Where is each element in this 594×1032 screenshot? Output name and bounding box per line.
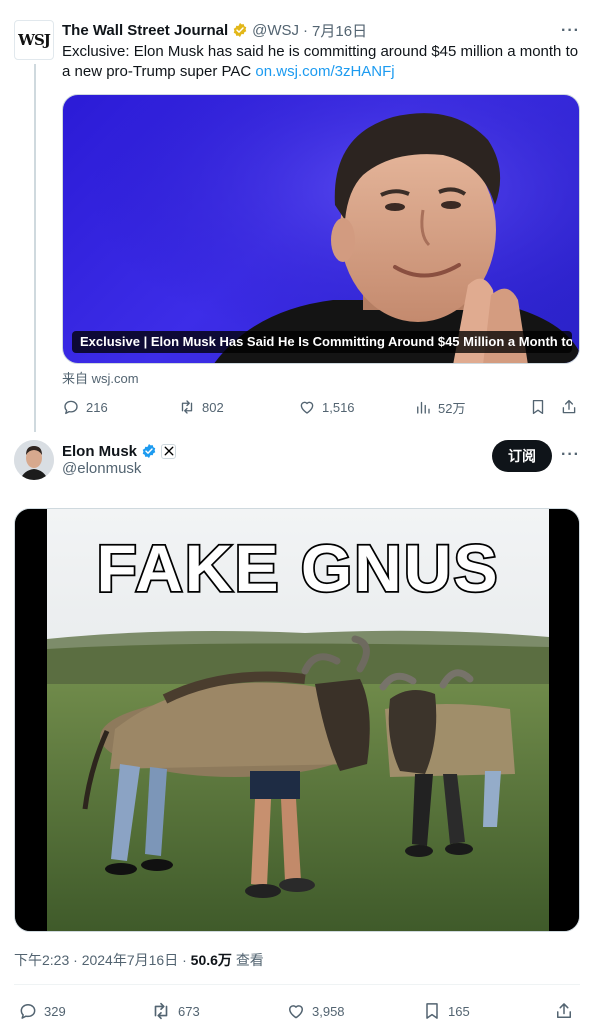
quoted-tweet-text: Exclusive: Elon Musk has said he is comm… <box>62 42 582 82</box>
reply-icon <box>20 1004 36 1019</box>
tweet-media-image[interactable]: FAKE GNUS <box>14 508 580 932</box>
quoted-repost-button[interactable]: 802 <box>178 398 224 416</box>
header-separator: · <box>303 21 309 39</box>
meta-separator-2: · <box>178 952 191 968</box>
verified-gold-badge-icon <box>233 23 247 37</box>
views-chart-icon <box>417 401 430 414</box>
views-count: 50.6万 <box>190 952 232 968</box>
wsj-author-name[interactable]: The Wall Street Journal <box>62 22 228 39</box>
main-like-button[interactable]: 3,958 <box>286 1001 345 1021</box>
main-reply-count: 329 <box>44 1003 66 1019</box>
meme-caption: FAKE GNUS <box>96 531 499 605</box>
quoted-bookmark-button[interactable] <box>529 398 547 416</box>
fake-gnus-meme: FAKE GNUS <box>15 509 579 931</box>
quoted-repost-count: 802 <box>202 399 224 415</box>
quoted-action-bar: 216 802 1,516 52万 <box>62 397 580 417</box>
share-icon <box>562 399 576 414</box>
quoted-like-button[interactable]: 1,516 <box>298 398 355 416</box>
meta-divider <box>14 984 580 985</box>
main-more-icon[interactable]: ··· <box>561 446 580 464</box>
thread-connector-line <box>34 64 36 432</box>
elon-handle[interactable]: @elonmusk <box>62 460 141 477</box>
heart-icon <box>289 1005 303 1019</box>
quoted-tweet-header: The Wall Street Journal @WSJ · 7月16日 <box>62 20 367 40</box>
tweet-date[interactable]: 2024年7月16日 <box>82 952 179 968</box>
quoted-reply-count: 216 <box>86 399 108 415</box>
main-repost-count: 673 <box>178 1003 200 1019</box>
meta-separator-1: · <box>69 952 82 968</box>
main-share-button[interactable] <box>554 1001 574 1021</box>
repost-icon <box>181 400 193 414</box>
article-card-title: Exclusive | Elon Musk Has Said He Is Com… <box>72 331 572 353</box>
quoted-reply-button[interactable]: 216 <box>62 398 108 416</box>
subscribe-button[interactable]: 订阅 <box>492 440 552 472</box>
avatar-image <box>14 440 54 480</box>
x-affiliation-icon <box>161 443 177 459</box>
quoted-tweet-date[interactable]: 7月16日 <box>312 20 367 41</box>
quoted-views-button[interactable]: 52万 <box>414 398 465 417</box>
quoted-like-count: 1,516 <box>322 399 355 415</box>
quoted-share-button[interactable] <box>560 398 578 416</box>
main-bookmark-button[interactable]: 165 <box>422 1001 470 1021</box>
wsj-handle[interactable]: @WSJ <box>252 22 299 39</box>
tweet-time[interactable]: 下午2:23 <box>14 952 69 968</box>
main-like-count: 3,958 <box>312 1003 345 1019</box>
elon-author-name[interactable]: Elon Musk <box>62 443 137 460</box>
article-link[interactable]: on.wsj.com/3zHANFj <box>255 63 394 80</box>
views-label: 查看 <box>235 952 264 968</box>
main-repost-button[interactable]: 673 <box>150 1000 200 1022</box>
article-photo <box>63 95 579 363</box>
repost-icon <box>154 1002 168 1020</box>
bookmark-icon <box>532 399 544 415</box>
share-icon <box>557 1003 571 1018</box>
article-card[interactable] <box>62 94 580 364</box>
main-tweet-author: Elon Musk <box>62 441 177 461</box>
reply-icon <box>64 400 78 415</box>
elon-avatar[interactable] <box>14 440 54 480</box>
main-reply-button[interactable]: 329 <box>18 1001 66 1021</box>
main-bookmark-count: 165 <box>448 1003 470 1019</box>
card-source[interactable]: 来自 wsj.com <box>62 368 139 387</box>
wsj-avatar[interactable]: WSJ <box>14 20 54 60</box>
heart-icon <box>300 401 314 414</box>
main-action-bar: 329 673 3,958 165 <box>18 1000 580 1022</box>
quoted-views-count: 52万 <box>438 400 466 416</box>
bookmark-icon <box>426 1003 438 1019</box>
tweet-meta: 下午2:23 · 2024年7月16日 · 50.6万 查看 <box>14 950 264 970</box>
quoted-more-icon[interactable]: ··· <box>561 22 580 40</box>
verified-blue-badge-icon <box>142 444 156 458</box>
wsj-avatar-text: WSJ <box>18 31 51 49</box>
